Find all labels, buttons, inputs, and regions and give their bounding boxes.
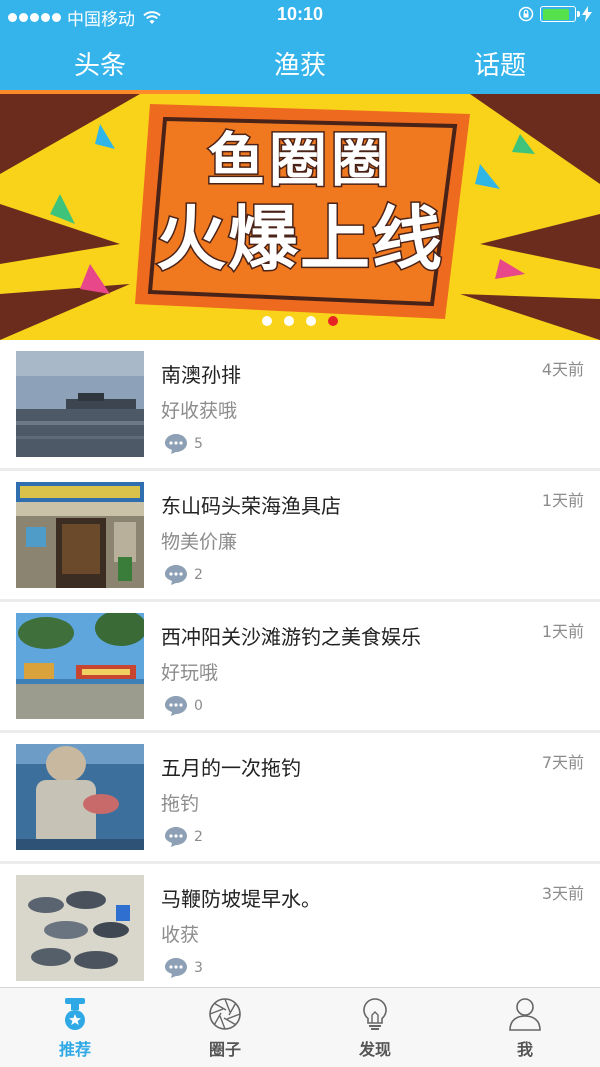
item-subtitle: 物美价廉 — [161, 531, 238, 553]
banner-headline: 鱼圈圈 火爆上线 — [150, 124, 450, 282]
item-title: 五月的一次拖钓 — [161, 756, 301, 780]
nav-recommend[interactable]: 推荐 — [0, 988, 150, 1067]
item-time: 4天前 — [541, 360, 584, 379]
comment-icon — [165, 696, 187, 716]
nav-label: 推荐 — [58, 1040, 91, 1059]
tab-catches[interactable]: 渔获 — [200, 32, 400, 94]
comment-count-label: 3 — [194, 960, 203, 976]
list-item[interactable]: 马鞭防坡堤早水。 收获 3天前 3 — [0, 864, 600, 987]
recommend-icon — [65, 998, 85, 1030]
nav-discover[interactable]: 发现 — [300, 988, 450, 1067]
item-title: 西冲阳关沙滩游钓之美食娱乐 — [161, 625, 421, 649]
item-subtitle: 收获 — [161, 924, 200, 946]
item-subtitle: 好收获哦 — [161, 400, 238, 422]
thumbnail-beach — [16, 613, 144, 719]
comment-icon — [165, 958, 187, 978]
carousel-dot-active[interactable] — [328, 316, 338, 326]
comment-count-label: 5 — [194, 436, 203, 452]
carousel-dot[interactable] — [306, 316, 316, 326]
bottom-nav: 推荐 圈子 发现 我 — [0, 987, 600, 1067]
carousel-dot[interactable] — [262, 316, 272, 326]
comment-count[interactable]: 0 — [164, 695, 203, 717]
news-feed[interactable]: 南澳孙排 好收获哦 4天前 5 东山码头荣海渔具店 物美价廉 1天前 2 西冲阳… — [0, 340, 600, 987]
comment-count-label: 2 — [194, 567, 203, 583]
comment-count-label: 2 — [194, 829, 203, 845]
item-subtitle: 拖钓 — [161, 793, 200, 815]
status-time: 10:10 — [276, 4, 324, 24]
thumbnail-fish-catch — [16, 875, 144, 981]
item-subtitle: 好玩哦 — [161, 662, 219, 684]
item-title: 马鞭防坡堤早水。 — [161, 887, 321, 911]
item-time: 1天前 — [541, 622, 584, 641]
comment-count[interactable]: 5 — [164, 433, 203, 455]
item-time: 7天前 — [541, 753, 584, 772]
carousel-dot[interactable] — [284, 316, 294, 326]
person-icon — [509, 998, 541, 1031]
status-right — [518, 6, 592, 22]
tab-headlines[interactable]: 头条 — [0, 32, 200, 94]
comment-icon — [165, 565, 187, 585]
aperture-icon — [209, 998, 241, 1030]
thumbnail-shop — [16, 482, 144, 588]
banner-title-line1: 鱼圈圈 — [205, 125, 393, 196]
banner-carousel[interactable]: 鱼圈圈 火爆上线 — [0, 94, 600, 340]
item-time: 3天前 — [541, 884, 584, 903]
item-title: 南澳孙排 — [161, 363, 241, 387]
charging-icon — [582, 6, 592, 22]
nav-label: 发现 — [358, 1040, 391, 1059]
comment-count[interactable]: 2 — [164, 826, 203, 848]
thumbnail-harbor — [16, 351, 144, 457]
nav-label: 圈子 — [208, 1040, 241, 1059]
tab-topics[interactable]: 话题 — [400, 32, 600, 94]
banner-title-line2: 火爆上线 — [155, 197, 444, 282]
comment-icon — [165, 827, 187, 847]
list-item[interactable]: 南澳孙排 好收获哦 4天前 5 — [0, 340, 600, 468]
list-item[interactable]: 五月的一次拖钓 拖钓 7天前 2 — [0, 733, 600, 861]
comment-count[interactable]: 2 — [164, 564, 203, 586]
comment-count[interactable]: 3 — [164, 957, 203, 979]
comment-count-label: 0 — [194, 698, 203, 714]
item-time: 1天前 — [541, 491, 584, 510]
status-bar: 中国移动 10:10 — [0, 0, 600, 32]
nav-me[interactable]: 我 — [450, 988, 600, 1067]
thumbnail-angler — [16, 744, 144, 850]
bulb-icon — [363, 998, 387, 1030]
list-item[interactable]: 西冲阳关沙滩游钓之美食娱乐 好玩哦 1天前 0 — [0, 602, 600, 730]
battery-icon — [540, 6, 580, 22]
comment-icon — [165, 434, 187, 454]
carousel-indicator — [0, 316, 600, 326]
orientation-lock-icon — [518, 6, 534, 22]
list-item[interactable]: 东山码头荣海渔具店 物美价廉 1天前 2 — [0, 471, 600, 599]
item-title: 东山码头荣海渔具店 — [161, 494, 341, 518]
nav-circles[interactable]: 圈子 — [150, 988, 300, 1067]
nav-label: 我 — [516, 1040, 533, 1059]
top-tab-bar: 头条 渔获 话题 — [0, 32, 600, 94]
